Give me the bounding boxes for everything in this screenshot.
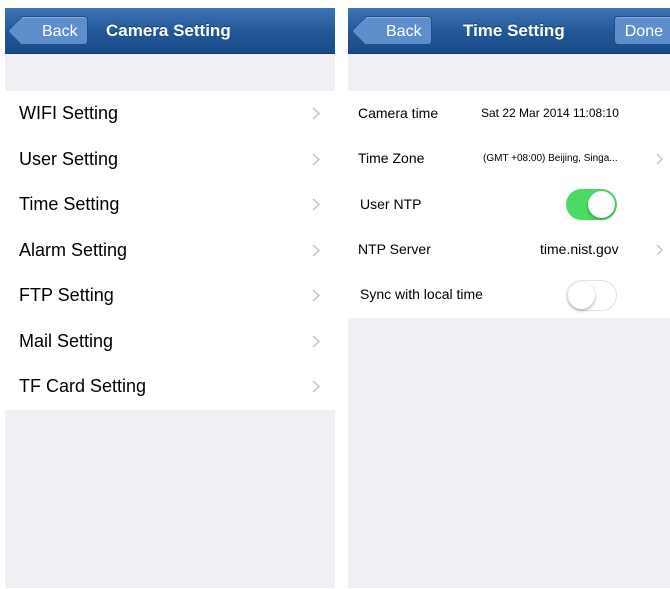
ntp-server-row[interactable]: NTP Server time.nist.gov — [348, 227, 670, 272]
camera-setting-menu: WIFI Setting User Setting Time Setting A… — [5, 91, 335, 410]
back-button[interactable]: Back — [363, 16, 432, 45]
menu-item-mail-setting[interactable]: Mail Setting — [5, 319, 335, 365]
sync-local-time-toggle[interactable] — [566, 280, 617, 311]
time-setting-navbar: Back Time Setting Done — [348, 8, 670, 54]
time-zone-label: Time Zone — [358, 150, 425, 166]
done-button[interactable]: Done — [613, 16, 670, 45]
menu-item-label: Alarm Setting — [19, 239, 128, 260]
chevron-right-icon — [312, 198, 321, 211]
back-button-label: Back — [42, 23, 78, 40]
menu-item-ftp-setting[interactable]: FTP Setting — [5, 273, 335, 319]
time-zone-value: (GMT +08:00) Beijing, Singa... — [483, 153, 618, 164]
camera-time-row: Camera time Sat 22 Mar 2014 11:08:10 — [348, 91, 670, 136]
menu-item-alarm-setting[interactable]: Alarm Setting — [5, 228, 335, 274]
chevron-right-icon — [312, 289, 321, 302]
chevron-right-icon — [312, 243, 321, 257]
back-button[interactable]: Back — [19, 16, 88, 45]
user-ntp-toggle[interactable] — [566, 189, 617, 220]
chevron-right-icon — [312, 380, 321, 393]
time-zone-row[interactable]: Time Zone (GMT +08:00) Beijing, Singa... — [348, 136, 670, 181]
menu-item-label: Time Setting — [19, 194, 120, 214]
sync-local-time-row: Sync with local time — [348, 272, 670, 317]
chevron-right-icon — [656, 244, 664, 256]
user-ntp-row: User NTP — [348, 182, 670, 227]
toggle-knob — [568, 282, 595, 309]
ntp-server-value: time.nist.gov — [540, 241, 619, 257]
time-setting-screen: Back Time Setting Done Camera time Sat 2… — [348, 8, 670, 588]
back-button-label: Back — [386, 23, 422, 40]
time-setting-list: Camera time Sat 22 Mar 2014 11:08:10 Tim… — [348, 91, 670, 318]
chevron-right-icon — [312, 152, 321, 166]
user-ntp-label: User NTP — [360, 196, 422, 212]
camera-time-value: Sat 22 Mar 2014 11:08:10 — [481, 106, 619, 120]
menu-item-user-setting[interactable]: User Setting — [5, 137, 335, 183]
menu-item-tf-card-setting[interactable]: TF Card Setting — [5, 364, 335, 410]
menu-item-label: User Setting — [19, 148, 119, 169]
menu-item-label: Mail Setting — [19, 330, 114, 351]
menu-item-wifi-setting[interactable]: WIFI Setting — [5, 91, 335, 137]
page-title: Time Setting — [463, 21, 565, 40]
menu-item-time-setting[interactable]: Time Setting — [5, 182, 335, 228]
camera-setting-navbar: Back Camera Setting — [5, 8, 335, 54]
sync-local-time-label: Sync with local time — [360, 286, 483, 302]
chevron-right-icon — [656, 153, 664, 165]
toggle-knob — [588, 191, 615, 218]
menu-item-label: FTP Setting — [19, 285, 114, 305]
menu-item-label: WIFI Setting — [19, 103, 119, 123]
ntp-server-label: NTP Server — [358, 241, 431, 257]
camera-time-label: Camera time — [358, 105, 439, 121]
chevron-right-icon — [312, 334, 321, 348]
page-title: Camera Setting — [106, 21, 231, 40]
chevron-right-icon — [312, 107, 321, 120]
camera-setting-screen: Back Camera Setting WIFI Setting User Se… — [5, 8, 335, 588]
menu-item-label: TF Card Setting — [19, 376, 147, 396]
